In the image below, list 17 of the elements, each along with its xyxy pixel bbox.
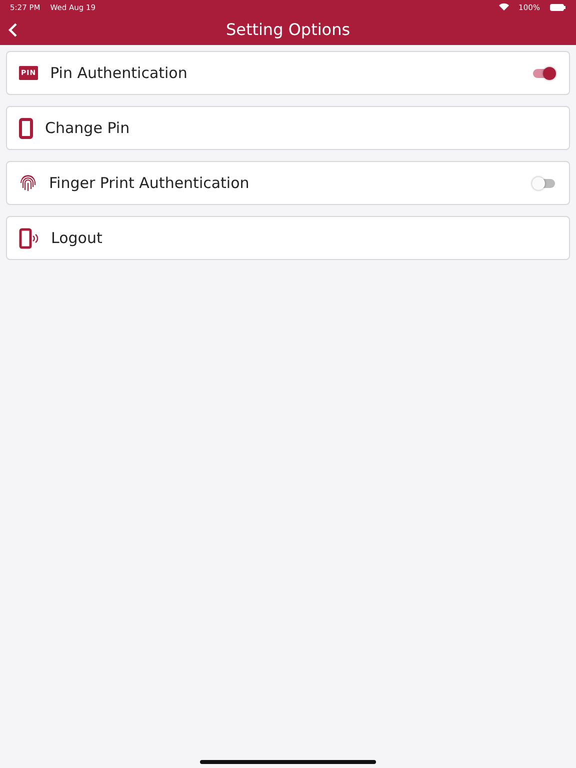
phone-icon [19, 118, 33, 138]
settings-option-row[interactable]: Finger Print Authentication [6, 161, 570, 205]
fingerprint-icon [19, 174, 37, 192]
toggle-switch[interactable] [533, 68, 555, 78]
back-icon [8, 23, 18, 37]
option-label: Change Pin [45, 119, 131, 137]
option-label: Logout [51, 229, 104, 247]
settings-option-row[interactable]: Logout [6, 216, 570, 260]
option-label: Finger Print Authentication [49, 174, 250, 192]
toggle-switch[interactable] [533, 178, 555, 188]
page-title: Setting Options [226, 20, 350, 39]
option-label: Pin Authentication [50, 64, 188, 82]
back-button[interactable] [6, 21, 20, 39]
phone-signal-icon [19, 228, 39, 248]
battery-icon [550, 4, 566, 10]
settings-option-row[interactable]: Change Pin [6, 106, 570, 150]
wifi-icon [498, 3, 509, 11]
